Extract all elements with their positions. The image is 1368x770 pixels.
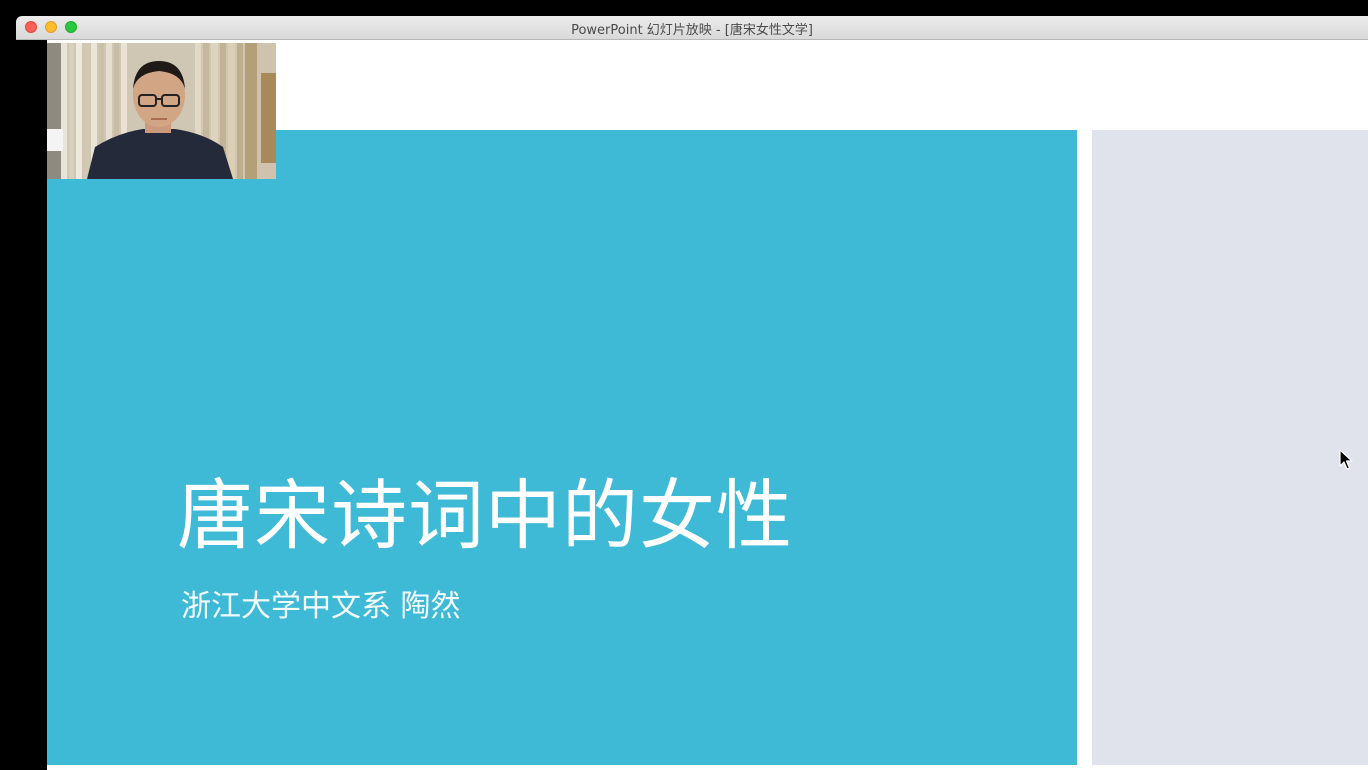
left-black-strip [0, 40, 47, 770]
arrow-pointer-icon [1339, 449, 1353, 471]
presenter-video-icon [47, 43, 276, 179]
screen: PowerPoint 幻灯片放映 - [唐宋女性文学] 唐宋诗词中的女性 浙江大… [0, 0, 1368, 770]
slide-subtitle: 浙江大学中文系 陶然 [181, 589, 461, 624]
current-slide[interactable]: 唐宋诗词中的女性 浙江大学中文系 陶然 [47, 130, 1077, 765]
slide-title: 唐宋诗词中的女性 [177, 471, 793, 560]
side-panel [1092, 130, 1368, 765]
window-title: PowerPoint 幻灯片放映 - [唐宋女性文学] [571, 23, 813, 38]
window-titlebar[interactable]: PowerPoint 幻灯片放映 - [唐宋女性文学] [16, 16, 1368, 40]
